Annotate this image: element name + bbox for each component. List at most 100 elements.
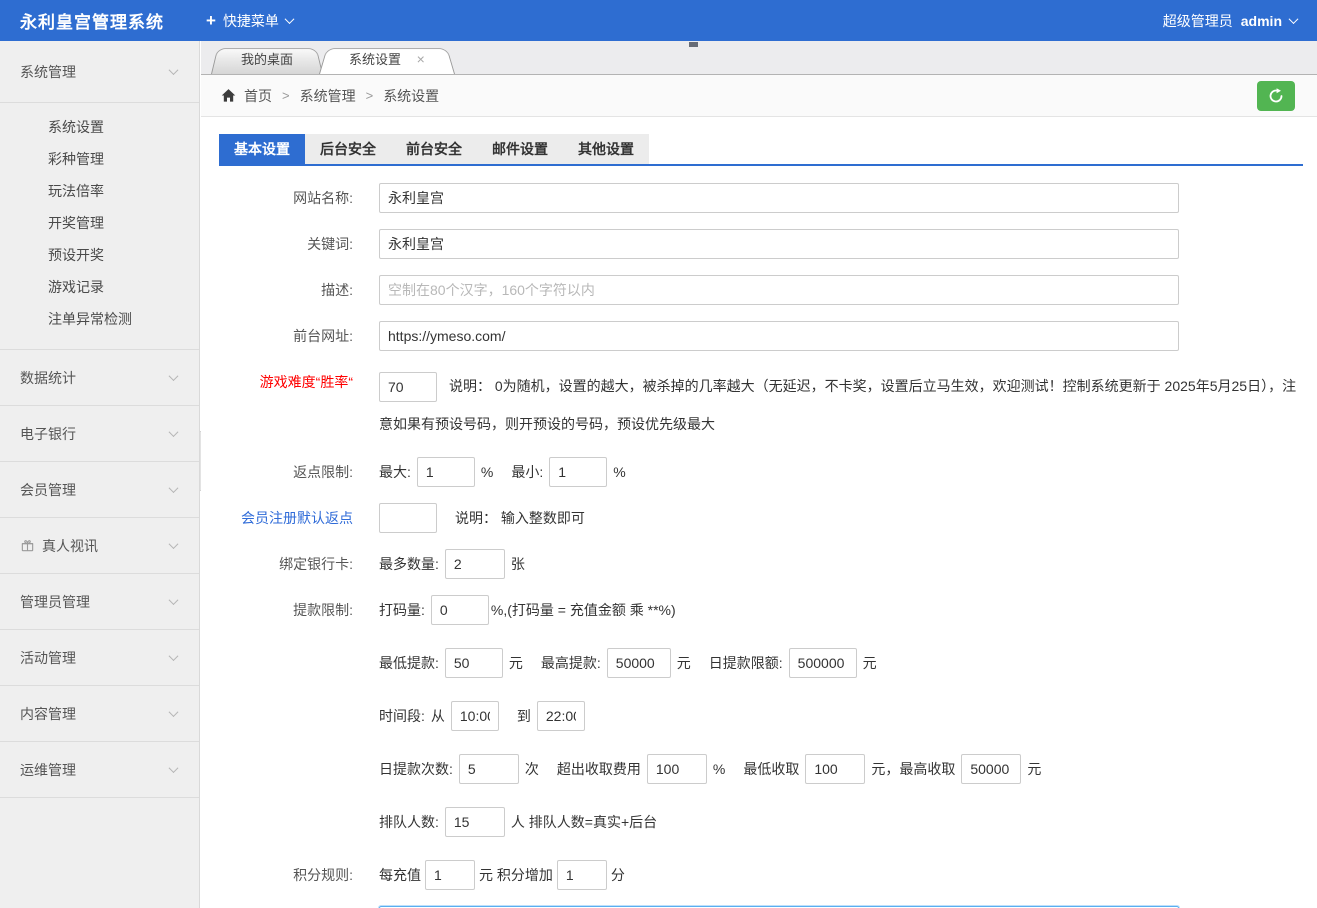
- tab-frontend-security[interactable]: 前台安全: [391, 134, 477, 164]
- sidebar-item-label: 内容管理: [20, 705, 76, 722]
- tab-system-settings[interactable]: 系统设置 ×: [319, 45, 455, 74]
- top-header: 永利皇宫管理系统 + 快捷菜单 超级管理员 admin: [0, 0, 1317, 41]
- description-label: 描述:: [321, 282, 353, 298]
- sidebar-item-system-management[interactable]: 系统管理: [0, 41, 199, 103]
- sidebar-item-live-video[interactable]: 真人视讯: [0, 518, 199, 574]
- close-icon[interactable]: ×: [417, 51, 425, 67]
- sidebar-item-bet-anomaly-check[interactable]: 注单异常检测: [0, 303, 199, 335]
- points-add-input[interactable]: [556, 860, 607, 890]
- breadcrumb-system-management[interactable]: 系统管理: [300, 86, 356, 106]
- chevron-down-icon: [168, 371, 179, 382]
- breadcrumb-system-settings[interactable]: 系统设置: [383, 86, 439, 106]
- refresh-button[interactable]: [1257, 80, 1295, 111]
- yuan-unit: 元: [508, 655, 523, 671]
- withdraw-times-label: 日提款次数:: [379, 761, 453, 777]
- tab-label: 我的桌面: [241, 52, 294, 67]
- excess-fee-label: 超出收取费用: [556, 761, 641, 777]
- sidebar-item-ebank[interactable]: 电子银行: [0, 406, 199, 462]
- form-row: 积分规则: 每充值 元 积分增加 分: [219, 860, 1303, 890]
- rebate-max-input[interactable]: [416, 457, 475, 487]
- sidebar-item-activity-management[interactable]: 活动管理: [0, 630, 199, 686]
- sidebar-item-admin-management[interactable]: 管理员管理: [0, 574, 199, 630]
- front-url-input[interactable]: [379, 321, 1179, 351]
- breadcrumb: 首页 > 系统管理 > 系统设置: [221, 86, 439, 106]
- min-fee-input[interactable]: [805, 754, 866, 784]
- dama-input[interactable]: [430, 595, 489, 625]
- app-root: 永利皇宫管理系统 + 快捷菜单 超级管理员 admin 系统管理 系统设置 彩种…: [0, 0, 1317, 908]
- time-range-label: 时间段:: [379, 708, 425, 724]
- withdraw-min-input[interactable]: [444, 648, 503, 678]
- empty-label: [219, 701, 379, 731]
- home-icon[interactable]: [221, 88, 236, 103]
- difficulty-label: 游戏难度“胜率“: [259, 374, 353, 390]
- keywords-input[interactable]: [379, 229, 1179, 259]
- empty-label: [219, 648, 379, 678]
- form-row: 排队人数: 人 排队人数=真实+后台: [219, 807, 1303, 837]
- rebate-min-input[interactable]: [549, 457, 608, 487]
- sidebar-item-system-settings[interactable]: 系统设置: [0, 111, 199, 143]
- sidebar-item-member-management[interactable]: 会员管理: [0, 462, 199, 518]
- withdraw-daily-input[interactable]: [788, 648, 857, 678]
- points-per-input[interactable]: [425, 860, 475, 890]
- chevron-down-icon: [168, 707, 179, 718]
- rebate-max-label: 最大:: [379, 464, 411, 480]
- plus-icon: +: [206, 11, 216, 30]
- default-rebate-label[interactable]: 会员注册默认返点: [219, 503, 379, 533]
- chevron-down-icon: [168, 651, 179, 662]
- time-from-input[interactable]: [450, 701, 499, 731]
- max-fee-input[interactable]: [961, 754, 1022, 784]
- rebate-limit-label: 返点限制:: [293, 464, 353, 480]
- chevron-down-icon: [168, 65, 179, 76]
- bank-card-max-input[interactable]: [444, 549, 505, 579]
- sidebar-item-label: 活动管理: [20, 649, 76, 666]
- tab-basic-settings[interactable]: 基本设置: [219, 134, 305, 164]
- settings-tabs: 基本设置 后台安全 前台安全 邮件设置 其他设置: [219, 134, 1303, 166]
- time-to-input[interactable]: [536, 701, 585, 731]
- sidebar-item-ops-management[interactable]: 运维管理: [0, 742, 199, 798]
- sidebar-item-content-management[interactable]: 内容管理: [0, 686, 199, 742]
- form-row: 描述:: [219, 275, 1303, 305]
- max-fee-label: 元，最高收取: [871, 761, 956, 777]
- tab-backend-security[interactable]: 后台安全: [305, 134, 391, 164]
- sidebar-item-game-records[interactable]: 游戏记录: [0, 271, 199, 303]
- difficulty-input[interactable]: [379, 372, 437, 403]
- site-name-input[interactable]: [379, 183, 1179, 213]
- sidebar-item-draw-management[interactable]: 开奖管理: [0, 207, 199, 239]
- time-to-label: 到: [516, 708, 531, 724]
- form-row: 前台网址:: [219, 321, 1303, 351]
- site-name-label: 网站名称:: [293, 190, 353, 206]
- sidebar-item-label: 真人视讯: [42, 537, 98, 554]
- chevron-down-icon: [168, 539, 179, 550]
- queue-input[interactable]: [444, 807, 505, 837]
- refresh-icon: [1268, 87, 1284, 104]
- quick-menu-button[interactable]: + 快捷菜单: [206, 11, 295, 31]
- tab-mail-settings[interactable]: 邮件设置: [477, 134, 563, 164]
- dama-label: 打码量:: [379, 602, 425, 618]
- sidebar-item-lottery-management[interactable]: 彩种管理: [0, 143, 199, 175]
- bank-card-unit: 张: [510, 556, 525, 572]
- breadcrumb-separator: >: [282, 88, 290, 103]
- sidebar-item-label: 管理员管理: [20, 593, 90, 610]
- breadcrumb-home[interactable]: 首页: [244, 86, 272, 106]
- user-role: 超级管理员: [1162, 12, 1233, 29]
- sidebar-item-play-odds[interactable]: 玩法倍率: [0, 175, 199, 207]
- chevron-down-icon: [168, 427, 179, 438]
- sidebar-item-data-statistics[interactable]: 数据统计: [0, 350, 199, 406]
- form-row: 最低提款: 元 最高提款: 元 日提款限额: 元: [219, 648, 1303, 678]
- withdraw-times-input[interactable]: [458, 754, 519, 784]
- breadcrumb-bar: 首页 > 系统管理 > 系统设置: [201, 75, 1317, 117]
- tab-my-desktop[interactable]: 我的桌面: [211, 45, 323, 74]
- default-rebate-input[interactable]: [379, 503, 437, 533]
- sidebar-item-preset-draw[interactable]: 预设开奖: [0, 239, 199, 271]
- chevron-down-icon: [168, 595, 179, 606]
- settings-panel: 基本设置 后台安全 前台安全 邮件设置 其他设置 网站名称: 关键词: 描述:: [201, 117, 1317, 908]
- user-menu[interactable]: 超级管理员 admin: [1162, 11, 1299, 31]
- front-url-label: 前台网址:: [293, 328, 353, 344]
- tab-other-settings[interactable]: 其他设置: [563, 134, 649, 164]
- withdraw-max-input[interactable]: [606, 648, 671, 678]
- form-row: 游戏难度“胜率“ 说明： 0为随机，设置的越大，被杀掉的几率越大（无延迟，不卡奖…: [219, 367, 1303, 443]
- excess-fee-input[interactable]: [646, 754, 707, 784]
- description-input[interactable]: [379, 275, 1179, 305]
- quick-menu-label: 快捷菜单: [222, 12, 279, 29]
- brand-title: 永利皇宫管理系统: [20, 13, 164, 32]
